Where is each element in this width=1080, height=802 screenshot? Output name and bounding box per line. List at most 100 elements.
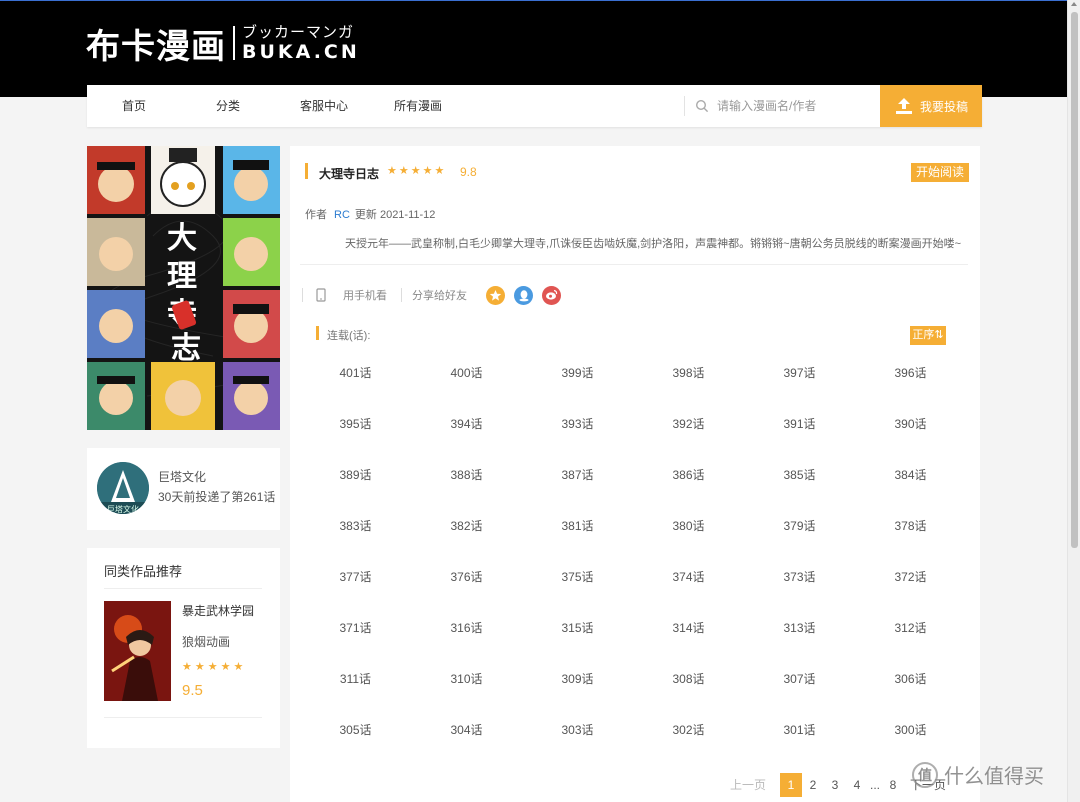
scrollbar-thumb[interactable] [1071, 12, 1078, 548]
episode-link[interactable]: 376话 [411, 552, 522, 603]
episode-link[interactable]: 384话 [855, 450, 966, 501]
upload-icon [895, 98, 912, 114]
cover-char-1: 大 [167, 221, 197, 256]
page-scrollbar[interactable] [1067, 0, 1080, 802]
cover-illustration: 大 理 寺 志 [87, 146, 280, 430]
episode-link[interactable]: 381话 [522, 501, 633, 552]
episode-link[interactable]: 310话 [411, 654, 522, 705]
recommend-star-rating: ★★★★★ [182, 661, 247, 673]
episode-link[interactable]: 389话 [300, 450, 411, 501]
update-date: 2021-11-12 [379, 209, 436, 221]
episode-link[interactable]: 311话 [300, 654, 411, 705]
cover-char-4: 志 [171, 331, 201, 366]
upload-button[interactable]: 我要投稿 [880, 85, 982, 127]
logo-right: ブッカーマンガ BUKA.CN [242, 24, 360, 62]
qq-share-icon[interactable] [514, 285, 533, 305]
episode-link[interactable]: 379话 [744, 501, 855, 552]
episode-link[interactable]: 397话 [744, 348, 855, 399]
episode-link[interactable]: 308话 [633, 654, 744, 705]
episode-link[interactable]: 302话 [633, 705, 744, 756]
search-input[interactable] [717, 99, 867, 113]
pager-page-last[interactable]: 8 [882, 773, 904, 797]
episode-link[interactable]: 388话 [411, 450, 522, 501]
pager-page-1[interactable]: 1 [780, 773, 803, 797]
mobile-phone-icon[interactable] [311, 288, 331, 302]
episode-link[interactable]: 371话 [300, 603, 411, 654]
episode-link[interactable]: 399话 [522, 348, 633, 399]
episode-link[interactable]: 315话 [522, 603, 633, 654]
episode-link[interactable]: 374话 [633, 552, 744, 603]
author-avatar: 巨塔文化 [97, 462, 149, 514]
mobile-view-label[interactable]: 用手机看 [343, 287, 387, 303]
comic-description: 天授元年——武皇称制,白毛少卿掌大理寺,爪诛佞臣齿啮妖魔,剑护洛阳，声震神都。锵… [345, 238, 962, 250]
weibo-share-icon[interactable] [542, 285, 561, 305]
episode-link[interactable]: 316话 [411, 603, 522, 654]
episode-link[interactable]: 306话 [855, 654, 966, 705]
start-reading-button[interactable]: 开始阅读 [911, 163, 969, 182]
author-logo-icon: 巨塔文化 [97, 462, 149, 514]
search-icon[interactable] [695, 99, 709, 113]
nav-item-home[interactable]: 首页 [122, 85, 146, 127]
pager-page-3[interactable]: 3 [824, 773, 846, 797]
episode-link[interactable]: 380话 [633, 501, 744, 552]
share-separator [302, 288, 303, 302]
author-name[interactable]: 巨塔文化 [158, 468, 206, 485]
comic-title: 大理寺日志 [319, 167, 380, 181]
nav-item-service[interactable]: 客服中心 [300, 85, 348, 127]
episode-link[interactable]: 313话 [744, 603, 855, 654]
share-separator-2 [401, 288, 402, 302]
author-card[interactable]: 巨塔文化 巨塔文化 30天前投递了第261话 [87, 448, 280, 530]
episode-link[interactable]: 394话 [411, 399, 522, 450]
author-avatar-text: 巨塔文化 [107, 504, 139, 514]
site-header: 布卡漫画 ブッカーマンガ BUKA.CN [0, 0, 1080, 97]
episode-link[interactable]: 385话 [744, 450, 855, 501]
site-logo[interactable]: 布卡漫画 ブッカーマンガ BUKA.CN [86, 23, 360, 67]
episode-link[interactable]: 383话 [300, 501, 411, 552]
episode-link[interactable]: 314话 [633, 603, 744, 654]
episode-grid: 401话 400话 399话 398话 397话 396话 395话 394话 393话 392话… [300, 348, 968, 756]
author-link[interactable]: RC [334, 209, 350, 221]
episode-link[interactable]: 377话 [300, 552, 411, 603]
episode-link[interactable]: 387话 [522, 450, 633, 501]
comic-detail-panel: 大理寺日志 ★★★★★ 9.8 开始阅读 作者 RC 更新 2021-11-12 天… [290, 146, 980, 802]
episode-link[interactable]: 372话 [855, 552, 966, 603]
episode-link[interactable]: 312话 [855, 603, 966, 654]
episode-link[interactable]: 303话 [522, 705, 633, 756]
episode-link[interactable]: 375话 [522, 552, 633, 603]
episode-link[interactable]: 386话 [633, 450, 744, 501]
episode-link[interactable]: 373话 [744, 552, 855, 603]
sort-order-button[interactable]: 正序⇅ [910, 326, 946, 345]
comic-cover[interactable]: 大 理 寺 志 [87, 146, 280, 430]
episode-link[interactable]: 400话 [411, 348, 522, 399]
episode-link[interactable]: 395话 [300, 399, 411, 450]
episode-link[interactable]: 398话 [633, 348, 744, 399]
rating-score: 9.8 [460, 165, 477, 179]
update-label: 更新 [354, 209, 377, 221]
episode-link[interactable]: 391话 [744, 399, 855, 450]
episode-link[interactable]: 307话 [744, 654, 855, 705]
watermark: 值 什么值得买 [912, 760, 1044, 789]
favorite-star-icon[interactable] [486, 285, 505, 305]
recommend-thumbnail[interactable] [104, 601, 171, 701]
episode-link[interactable]: 309话 [522, 654, 633, 705]
episode-link[interactable]: 378话 [855, 501, 966, 552]
episode-link[interactable]: 305话 [300, 705, 411, 756]
episode-link[interactable]: 390话 [855, 399, 966, 450]
episode-link[interactable]: 301话 [744, 705, 855, 756]
episode-link[interactable]: 401话 [300, 348, 411, 399]
episode-link[interactable]: 304话 [411, 705, 522, 756]
recommend-divider-bottom [104, 717, 262, 718]
episode-link[interactable]: 300话 [855, 705, 966, 756]
episode-link[interactable]: 392话 [633, 399, 744, 450]
recommend-comic-title[interactable]: 暴走武林学园 [182, 602, 254, 619]
nav-item-all-comics[interactable]: 所有漫画 [394, 85, 442, 127]
watermark-logo-icon: 值 [912, 761, 938, 788]
nav-item-category[interactable]: 分类 [216, 85, 240, 127]
pager-page-2[interactable]: 2 [802, 773, 824, 797]
episode-link[interactable]: 393话 [522, 399, 633, 450]
recommend-comic-author: 狼烟动画 [182, 635, 231, 649]
scroll-up-arrow-icon[interactable] [1071, 2, 1077, 6]
episode-link[interactable]: 382话 [411, 501, 522, 552]
pager-page-4[interactable]: 4 [846, 773, 868, 797]
episode-link[interactable]: 396话 [855, 348, 966, 399]
